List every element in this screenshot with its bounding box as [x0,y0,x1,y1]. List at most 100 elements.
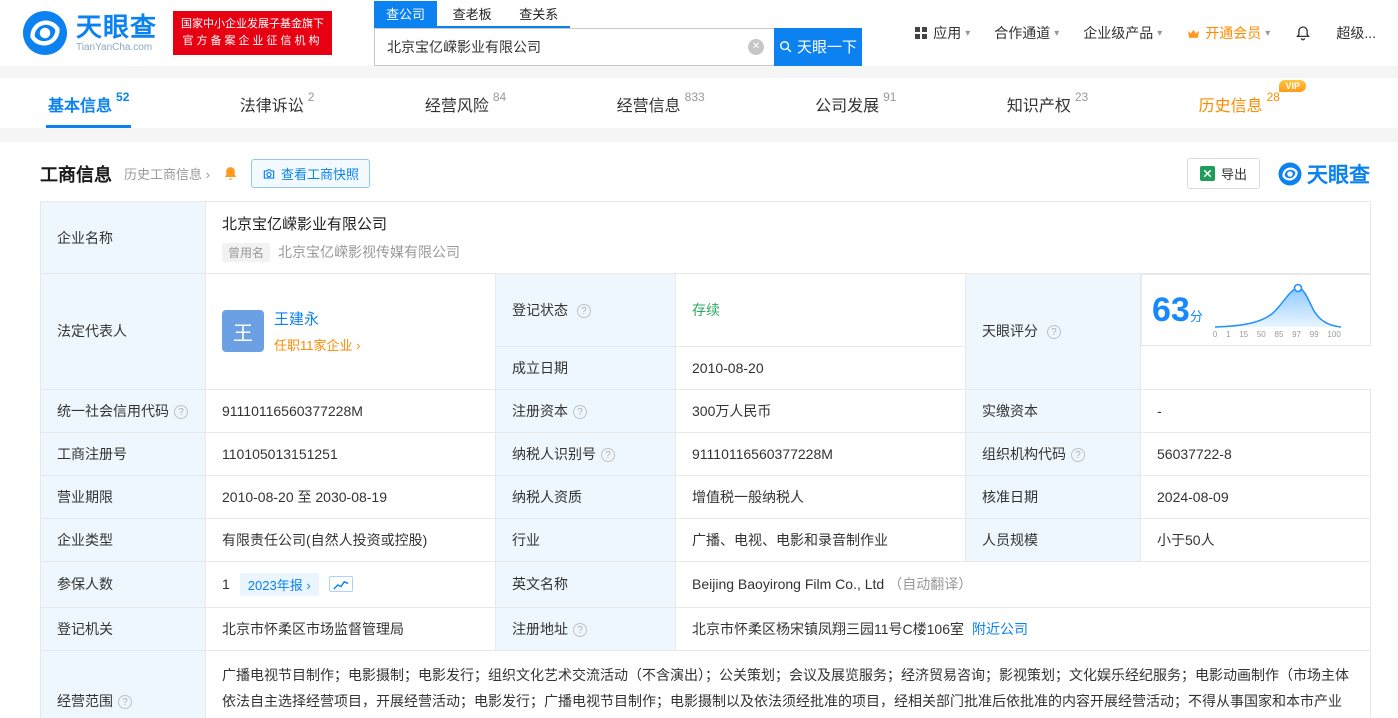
view-snapshot-button[interactable]: 查看工商快照 [250,159,370,188]
field-label-insured: 参保人数 [40,560,206,608]
nav-open-vip[interactable]: 开通会员 ▾ [1186,23,1270,43]
help-icon[interactable]: ? [573,404,587,419]
field-value-reg-status: 存续 [675,273,966,347]
insured-count: 1 [222,576,230,592]
field-label-taxpayer-no: 纳税人识别号? [495,431,676,476]
tab-business-info[interactable]: 经营信息 833 [609,78,713,128]
search-tab-company[interactable]: 查公司 [374,0,438,26]
field-label-term: 营业期限 [40,474,206,519]
search-block: 查公司 查老板 查关系 ✕ 天眼一下 [374,0,863,66]
watermark-logo: 天眼查 [1278,159,1370,189]
nav-enterprise-products[interactable]: 企业级产品 ▾ [1083,23,1162,43]
field-value-credit-code: 91110116560377228M [205,388,496,433]
tab-label: 历史信息 [1198,98,1263,115]
field-label-taxpayer-quality: 纳税人资质 [495,474,676,519]
field-value-authority: 北京市怀柔区市场监督管理局 [205,606,496,651]
tianyancha-logo-icon [22,10,68,56]
tianyancha-logo-icon [1278,162,1302,185]
search-tab-relation[interactable]: 查关系 [507,1,570,26]
chevron-down-icon: ▾ [1157,27,1163,39]
top-header: 天眼查 TianYanCha.com 国家中小企业发展子基金旗下 官方备案企业征… [0,0,1398,66]
field-value-insured: 1 2023年报 › [205,560,496,608]
tab-label: 经营风险 [424,98,489,115]
field-label-industry: 行业 [495,517,676,562]
tab-intellectual-property[interactable]: 知识产权 23 [999,78,1096,128]
field-value-establish-date: 2010-08-20 [675,345,966,390]
tab-company-development[interactable]: 公司发展 91 [807,78,904,128]
clear-icon[interactable]: ✕ [748,38,765,55]
vip-badge: VIP [1279,80,1306,92]
tab-label: 经营信息 [616,98,681,115]
legal-rep-link[interactable]: 王建永 [274,308,360,329]
tab-label: 法律诉讼 [239,98,304,115]
section-header: 工商信息 历史工商信息 › 查看工商快照 导出 天眼查 [40,158,1370,189]
field-label-reg-capital: 注册资本? [495,388,676,433]
tianyancha-logo[interactable]: 天眼查 TianYanCha.com [22,10,157,56]
export-button[interactable]: 导出 [1186,158,1260,189]
tab-count: 91 [883,90,897,104]
field-label-reg-status: 登记状态 ? [495,273,676,347]
gov-certification-badge: 国家中小企业发展子基金旗下 官方备案企业征信机构 [173,11,333,55]
nav-super-label: 超级... [1336,25,1376,41]
field-value-approve-date: 2024-08-09 [1140,474,1371,519]
brand-name: 天眼查 [76,11,158,42]
field-value-org-code: 56037722-8 [1140,431,1371,476]
table-row: 工商注册号 110105013151251 纳税人识别号? 9111011656… [40,431,1371,476]
search-input[interactable] [374,27,775,66]
nav-super-vip[interactable]: 超级... [1336,23,1376,43]
field-label-establish-date: 成立日期 [495,345,676,390]
former-name: 北京宝亿嵘影视传媒有限公司 [278,244,461,260]
tab-basic-info[interactable]: 基本信息 52 [40,78,137,128]
tab-business-risk[interactable]: 经营风险 84 [417,78,514,128]
main-tab-bar: 基本信息 52 法律诉讼 2 经营风险 84 经营信息 833 公司发展 91 … [0,78,1398,128]
history-business-info-link[interactable]: 历史工商信息 › [124,164,210,183]
search-tab-boss[interactable]: 查老板 [441,1,504,26]
help-icon[interactable]: ? [601,447,615,462]
nav-vip-label: 开通会员 [1205,25,1262,41]
avatar[interactable]: 王 [222,310,264,353]
nav-cooperation-label: 合作通道 [994,25,1051,41]
help-icon[interactable]: ? [573,622,587,637]
table-row: 营业期限 2010-08-20 至 2030-08-19 纳税人资质 增值税一般… [40,474,1371,519]
score-value: 63 [1152,291,1190,329]
legal-rep-roles-link[interactable]: 任职11家企业 › [274,335,360,354]
score-link[interactable]: 63分 0 1 15 50 85 97 99 100 [1141,274,1371,346]
tab-legal-litigation[interactable]: 法律诉讼 2 [232,78,323,128]
nav-notifications[interactable] [1294,24,1312,42]
annual-report-link[interactable]: 2023年报 › [239,572,319,596]
field-value-en-name: Beijing Baoyirong Film Co., Ltd （自动翻译） [675,560,1371,608]
nav-cooperation[interactable]: 合作通道 ▾ [994,23,1059,43]
export-label: 导出 [1220,167,1247,182]
table-row: 法定代表人 王 王建永 任职11家企业 › 登记状态 ? 存续 天眼评分 ? 6… [40,273,1371,390]
search-button[interactable]: 天眼一下 [774,27,863,66]
tab-history-info[interactable]: 历史信息 28 VIP [1191,78,1306,128]
search-icon [780,40,792,52]
field-label-en-name: 英文名称 [495,560,676,608]
help-icon[interactable]: ? [1071,447,1085,462]
nav-apps[interactable]: 应用 ▾ [915,23,970,43]
field-value-company-name: 北京宝亿嵘影业有限公司 曾用名 北京宝亿嵘影视传媒有限公司 [205,201,1371,274]
help-icon[interactable]: ? [174,404,188,419]
excel-icon [1199,166,1215,181]
field-label-credit-code: 统一社会信用代码? [40,388,206,433]
help-icon[interactable]: ? [118,695,132,710]
trend-chart-icon[interactable] [328,576,353,592]
field-label-company-name: 企业名称 [40,201,206,274]
field-label-score: 天眼评分 ? [965,273,1141,390]
field-value-address: 北京市怀柔区杨宋镇凤翔三园11号C楼106室 附近公司 [675,606,1371,651]
table-row: 企业名称 北京宝亿嵘影业有限公司 曾用名 北京宝亿嵘影视传媒有限公司 [40,201,1371,274]
nav-apps-label: 应用 [933,25,962,41]
nearby-companies-link[interactable]: 附近公司 [972,621,1028,637]
tab-count: 2 [307,90,315,104]
bell-icon [1296,26,1311,41]
help-icon[interactable]: ? [1046,325,1061,340]
tab-count: 84 [492,90,507,104]
field-value-paid-capital: - [1140,388,1371,433]
table-row: 企业类型 有限责任公司(自然人投资或控股) 行业 广播、电视、电影和录音制作业 … [40,517,1371,562]
help-icon[interactable]: ? [576,303,591,318]
field-value-company-type: 有限责任公司(自然人投资或控股) [205,517,496,562]
gov-badge-line2: 官方备案企业征信机构 [182,35,323,47]
camera-icon [263,168,275,179]
subscribe-bell-icon[interactable] [222,165,239,182]
score-distribution-chart [1214,283,1341,328]
